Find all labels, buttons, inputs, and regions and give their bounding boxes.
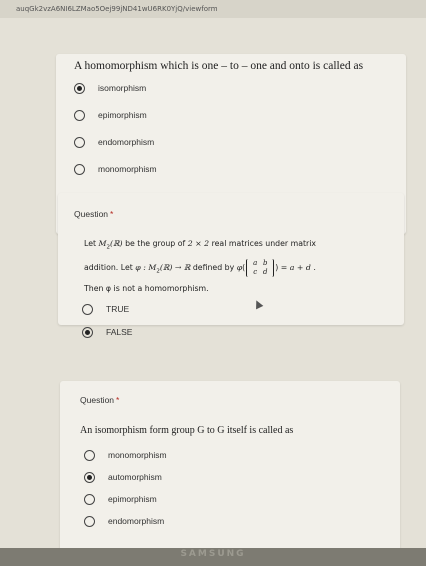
- stmt-text: defined by: [190, 263, 237, 272]
- stmt-text: Let: [84, 239, 99, 248]
- question-2-line-3: Then φ is not a homomorphism.: [84, 284, 209, 293]
- device-brand-logo: SAMSUNG: [180, 549, 246, 559]
- q3-option-epimorphism[interactable]: epimorphism: [84, 492, 157, 506]
- form-page: A homomorphism which is one – to – one a…: [0, 18, 426, 551]
- option-label: monomorphism: [98, 164, 157, 174]
- q2-option-false[interactable]: FALSE: [82, 325, 132, 339]
- required-asterisk: *: [110, 209, 114, 219]
- question-3-label: Question *: [80, 395, 119, 405]
- stmt-text: real matrices under matrix: [209, 239, 317, 248]
- question-2-label: Question *: [74, 209, 113, 219]
- option-label: automorphism: [108, 472, 162, 482]
- matrix-entry: a: [253, 259, 258, 267]
- radio-icon[interactable]: [84, 449, 95, 461]
- option-label: epimorphism: [98, 110, 147, 120]
- browser-url-bar[interactable]: auqGk2vzA6NI6LZMao5Oej99jND41wU6RK0YjQ/v…: [0, 0, 426, 18]
- required-asterisk: *: [116, 395, 120, 405]
- math-result: = a + d .: [278, 263, 316, 272]
- math-map-rest: (ℝ) → ℝ: [159, 263, 191, 272]
- q1-option-monomorphism[interactable]: monomorphism: [74, 162, 157, 176]
- q3-option-automorphism[interactable]: automorphism: [84, 470, 162, 484]
- option-label: endomorphism: [108, 516, 165, 526]
- question-2-line-2: addition. Let φ : M2(ℝ) → ℝ defined by φ…: [84, 259, 316, 277]
- question-label-text: Question: [74, 209, 109, 219]
- option-label: isomorphism: [98, 83, 147, 93]
- q3-option-endomorphism[interactable]: endomorphism: [84, 514, 164, 528]
- question-label-text: Question: [80, 395, 115, 405]
- radio-icon[interactable]: [84, 515, 95, 527]
- q1-option-epimorphism[interactable]: epimorphism: [74, 108, 147, 122]
- q1-option-isomorphism[interactable]: isomorphism: [74, 81, 146, 95]
- q1-option-endomorphism[interactable]: endomorphism: [74, 135, 154, 149]
- q2-option-true[interactable]: TRUE: [82, 302, 129, 316]
- radio-selected-icon[interactable]: [82, 326, 93, 338]
- matrix-entry: c: [253, 268, 258, 276]
- math-phi: φ: [236, 263, 243, 272]
- option-label: TRUE: [106, 304, 130, 314]
- radio-selected-icon[interactable]: [74, 82, 85, 94]
- question-2-line-1: Let M2(ℝ) be the group of 2 × 2 real mat…: [84, 239, 316, 251]
- radio-icon[interactable]: [74, 136, 85, 148]
- option-label: epimorphism: [108, 494, 157, 504]
- matrix-entry: b: [262, 259, 268, 267]
- radio-icon[interactable]: [84, 493, 95, 505]
- radio-icon[interactable]: [82, 303, 93, 315]
- math-phi-map: φ : M: [135, 263, 157, 272]
- option-label: endomorphism: [98, 137, 155, 147]
- stmt-text: be the group of: [122, 239, 188, 248]
- math-r: (ℝ): [110, 239, 123, 248]
- matrix-entry: d: [262, 268, 268, 276]
- radio-icon[interactable]: [74, 163, 85, 175]
- radio-icon[interactable]: [74, 109, 85, 121]
- matrix: abcd: [246, 259, 275, 277]
- math-dim: 2 × 2: [187, 239, 210, 248]
- radio-selected-icon[interactable]: [84, 471, 95, 483]
- stmt-text: addition. Let: [84, 263, 136, 272]
- url-text: auqGk2vzA6NI6LZMao5Oej99jND41wU6RK0YjQ/v…: [16, 5, 218, 13]
- math-m: M: [98, 239, 107, 248]
- question-1-prompt: A homomorphism which is one – to – one a…: [74, 60, 364, 72]
- question-3-prompt: An isomorphism form group G to G itself …: [80, 425, 294, 436]
- option-label: monomorphism: [108, 450, 167, 460]
- option-label: FALSE: [106, 327, 133, 337]
- q3-option-monomorphism[interactable]: monomorphism: [84, 448, 167, 462]
